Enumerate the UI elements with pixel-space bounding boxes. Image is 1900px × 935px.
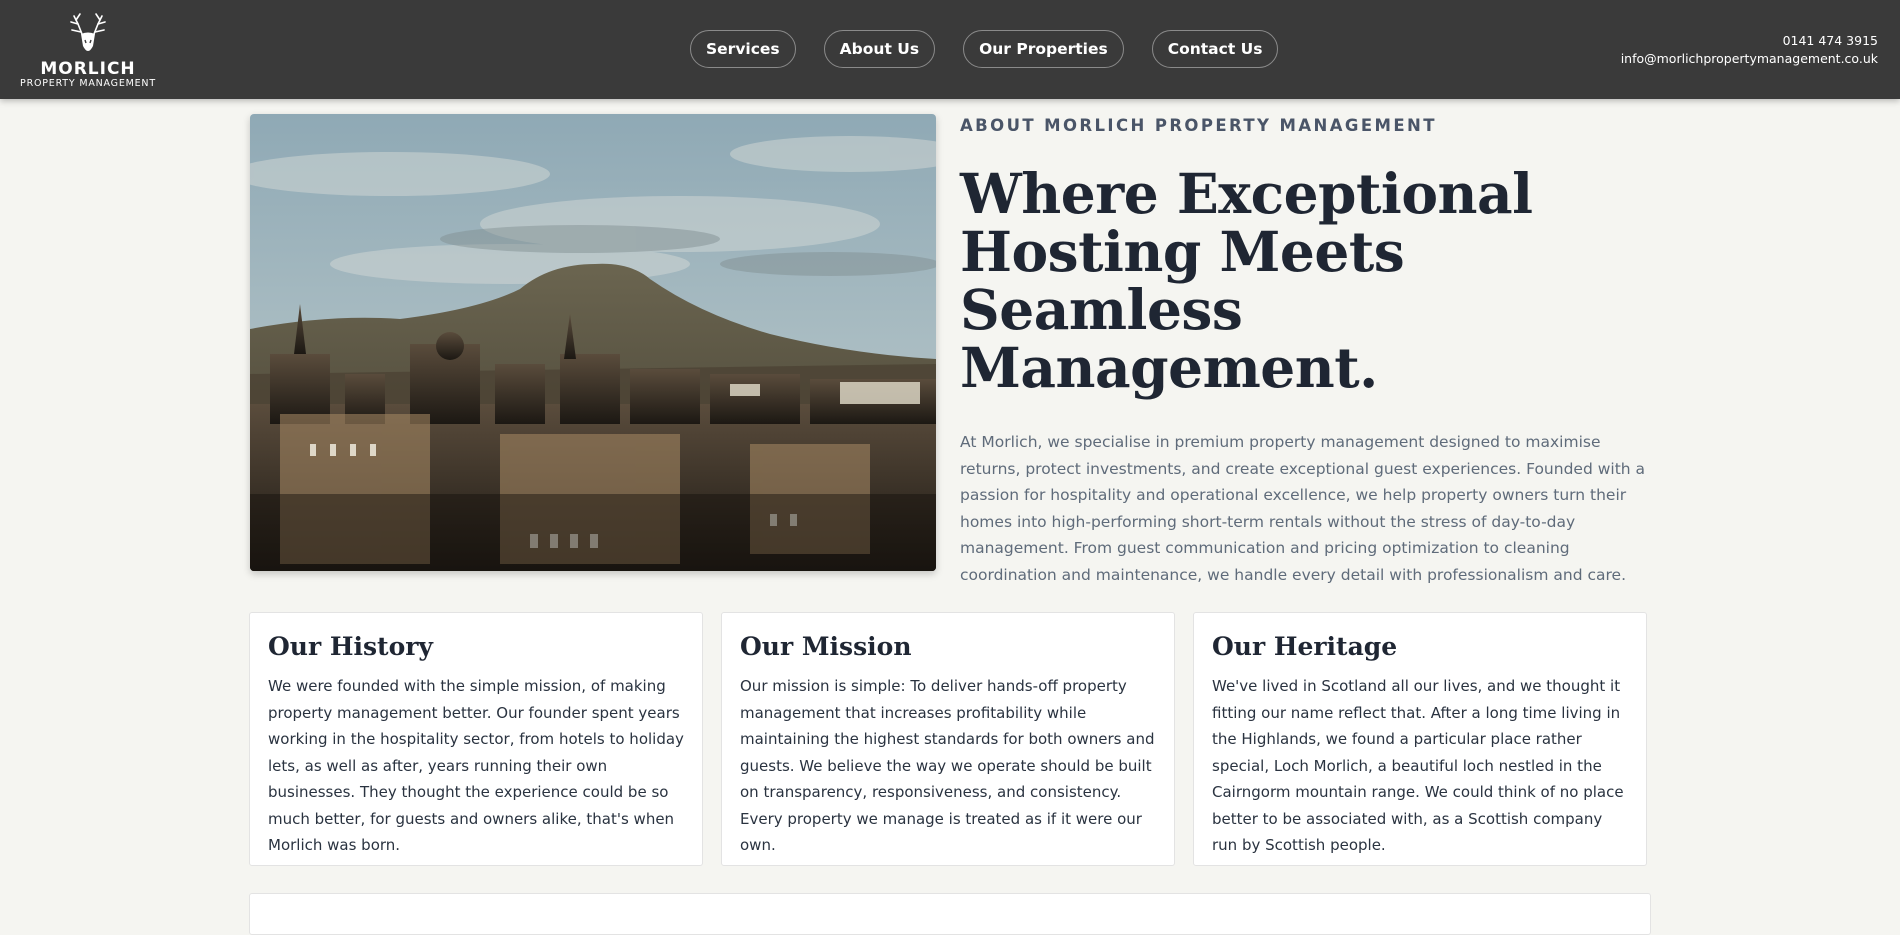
next-section-card: [249, 893, 1651, 935]
nav-services-button[interactable]: Services: [690, 30, 796, 68]
hero-text: ABOUT MORLICH PROPERTY MANAGEMENT Where …: [960, 114, 1650, 588]
hero-intro: At Morlich, we specialise in premium pro…: [960, 433, 1646, 584]
card-our-heritage: Our Heritage We've lived in Scotland all…: [1193, 612, 1647, 866]
nav-about-us-button[interactable]: About Us: [823, 30, 936, 68]
card-title: Our History: [268, 632, 433, 661]
stag-logo-icon: [70, 13, 106, 51]
phone-link[interactable]: 0141 474 3915: [1621, 32, 1878, 50]
hero-image: [250, 114, 936, 571]
nav-contact-us-button[interactable]: Contact Us: [1151, 30, 1279, 68]
main-nav: Services About Us Our Properties Contact…: [690, 30, 1306, 70]
section-eyebrow: ABOUT MORLICH PROPERTY MANAGEMENT: [960, 116, 1437, 135]
hero-headline: Where Exceptional Hosting Meets Seamless…: [960, 165, 1650, 397]
brand-logo[interactable]: MORLICH PROPERTY MANAGEMENT: [18, 12, 158, 90]
card-body: Our mission is simple: To deliver hands-…: [740, 677, 1155, 854]
headline-line-3: Seamless Management.: [960, 277, 1378, 400]
brand-name: MORLICH: [40, 59, 136, 79]
nav-our-properties-button[interactable]: Our Properties: [963, 30, 1124, 68]
card-our-history: Our History We were founded with the sim…: [249, 612, 703, 866]
headline-line-1: Where Exceptional: [960, 161, 1533, 226]
site-header: MORLICH PROPERTY MANAGEMENT Services Abo…: [0, 0, 1900, 99]
card-title: Our Heritage: [1212, 632, 1398, 661]
email-link[interactable]: info@morlichpropertymanagement.co.uk: [1621, 50, 1878, 68]
headline-line-2: Hosting Meets: [960, 219, 1405, 284]
card-body: We've lived in Scotland all our lives, a…: [1212, 677, 1624, 854]
header-contact: 0141 474 3915 info@morlichpropertymanage…: [1621, 32, 1878, 68]
card-body: We were founded with the simple mission,…: [268, 677, 684, 854]
card-title: Our Mission: [740, 632, 912, 661]
brand-subtitle: PROPERTY MANAGEMENT: [20, 78, 156, 89]
card-our-mission: Our Mission Our mission is simple: To de…: [721, 612, 1175, 866]
